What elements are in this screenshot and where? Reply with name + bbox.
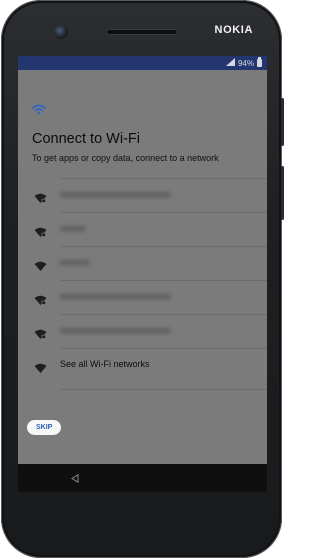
wifi-locked-icon xyxy=(34,326,47,344)
volume-button[interactable] xyxy=(281,98,284,146)
network-item[interactable]: xxxxxxxxxxxxxxxxxxxxxxxxxx xyxy=(18,178,267,212)
screen: 94% Connect to Wi-Fi To get apps or copy… xyxy=(18,56,267,492)
divider xyxy=(60,280,267,281)
network-item[interactable]: xxxxxxxxxxxxxxxxxxxxxxxxxx xyxy=(18,280,267,314)
network-item[interactable]: xxxxxxx xyxy=(18,246,267,280)
earpiece-speaker xyxy=(107,30,177,34)
battery-icon xyxy=(257,57,262,67)
status-bar: 94% xyxy=(18,56,267,70)
page-title: Connect to Wi-Fi xyxy=(32,131,140,147)
phone-frame: NOKIA 94% Connect to Wi-Fi To get apps o… xyxy=(1,0,284,558)
see-all-networks-item[interactable]: See all Wi-Fi networks xyxy=(18,348,267,390)
wifi-locked-icon xyxy=(34,224,47,242)
wifi-icon xyxy=(34,258,47,276)
power-button[interactable] xyxy=(281,166,284,220)
divider xyxy=(60,212,267,213)
divider xyxy=(60,246,267,247)
network-name: xxxxxxx xyxy=(60,257,90,267)
front-camera xyxy=(54,25,68,39)
navigation-bar xyxy=(18,464,267,492)
wifi-locked-icon xyxy=(34,190,47,208)
wifi-icon xyxy=(34,360,47,378)
divider xyxy=(60,314,267,315)
network-name: xxxxxxxxxxxxxxxxxxxxxxxxxx xyxy=(60,291,171,301)
battery-percent: 94% xyxy=(237,58,254,68)
divider xyxy=(60,178,267,179)
network-item[interactable]: xxxxxx xyxy=(18,212,267,246)
see-all-networks-label: See all Wi-Fi networks xyxy=(60,359,150,369)
network-name: xxxxxxxxxxxxxxxxxxxxxxxxxx xyxy=(60,325,171,335)
signal-icon xyxy=(225,58,235,68)
wifi-locked-icon xyxy=(34,292,47,310)
wifi-setup-page: Connect to Wi-Fi To get apps or copy dat… xyxy=(18,70,267,435)
back-triangle-icon xyxy=(71,473,79,483)
status-icons: 94% xyxy=(225,56,262,70)
wifi-icon xyxy=(32,102,46,120)
divider xyxy=(60,389,267,390)
brand-logo: NOKIA xyxy=(214,24,253,36)
network-name: xxxxxxxxxxxxxxxxxxxxxxxxxx xyxy=(60,189,171,199)
back-button[interactable] xyxy=(68,471,82,485)
page-subtitle: To get apps or copy data, connect to a n… xyxy=(32,153,219,163)
network-name: xxxxxx xyxy=(60,223,86,233)
divider xyxy=(60,348,267,349)
network-item[interactable]: xxxxxxxxxxxxxxxxxxxxxxxxxx xyxy=(18,314,267,348)
skip-button[interactable]: SKIP xyxy=(27,420,62,435)
